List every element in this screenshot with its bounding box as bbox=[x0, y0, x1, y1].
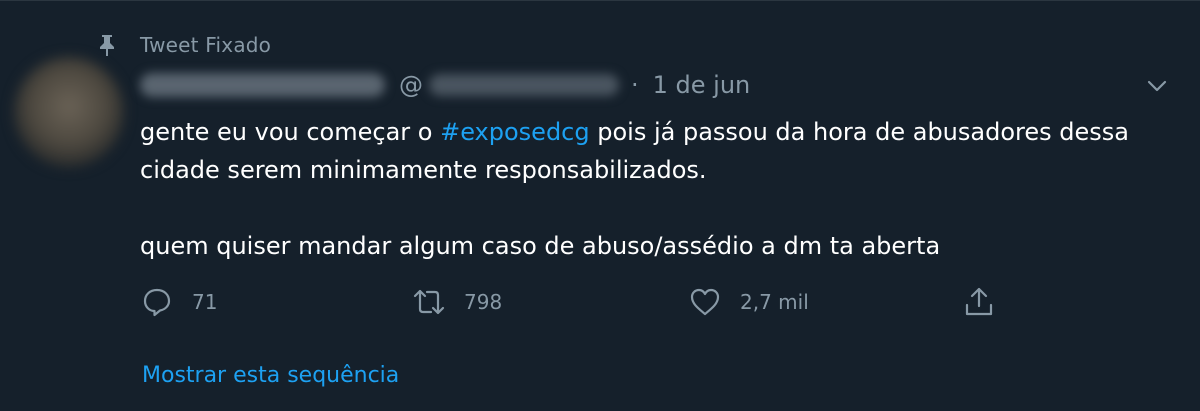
share-button[interactable] bbox=[962, 282, 1014, 322]
avatar[interactable] bbox=[14, 57, 124, 167]
tweet-paragraph-2: quem quiser mandar algum caso de abuso/a… bbox=[140, 232, 941, 260]
show-thread-link[interactable]: Mostrar esta sequência bbox=[142, 363, 399, 388]
hashtag-link[interactable]: #exposedcg bbox=[440, 118, 590, 146]
reply-icon bbox=[143, 288, 171, 317]
pinned-indicator: Tweet Fixado bbox=[96, 29, 271, 61]
reply-count: 71 bbox=[192, 290, 218, 314]
chevron-down-icon[interactable] bbox=[1144, 73, 1170, 99]
author-name-redacted[interactable] bbox=[140, 73, 385, 97]
author-handle-redacted[interactable] bbox=[429, 74, 619, 96]
tweet-actions: 71 798 2,7 mil bbox=[140, 282, 1040, 322]
tweet-header: @ · 1 de jun bbox=[140, 65, 750, 105]
heart-icon bbox=[690, 288, 720, 316]
retweet-icon bbox=[413, 289, 445, 315]
tweet-date[interactable]: 1 de jun bbox=[653, 71, 751, 99]
pin-icon bbox=[96, 33, 118, 57]
retweet-button[interactable]: 798 bbox=[412, 282, 502, 322]
tweet-card[interactable]: Tweet Fixado @ · 1 de jun gente eu vou c… bbox=[0, 0, 1200, 411]
like-button[interactable]: 2,7 mil bbox=[688, 282, 809, 322]
tweet-text-part-1: gente eu vou começar o bbox=[140, 118, 441, 146]
tweet-text: gente eu vou começar o #exposedcg pois j… bbox=[140, 113, 1170, 265]
retweet-count: 798 bbox=[464, 290, 503, 314]
author-handle-prefix: @ bbox=[399, 71, 423, 99]
tweet-paragraph-1: gente eu vou começar o #exposedcg pois j… bbox=[140, 113, 1170, 189]
reply-button[interactable]: 71 bbox=[140, 282, 217, 322]
header-separator: · bbox=[631, 71, 639, 99]
pinned-label: Tweet Fixado bbox=[140, 33, 272, 57]
share-icon bbox=[965, 287, 993, 316]
like-count: 2,7 mil bbox=[740, 290, 809, 314]
